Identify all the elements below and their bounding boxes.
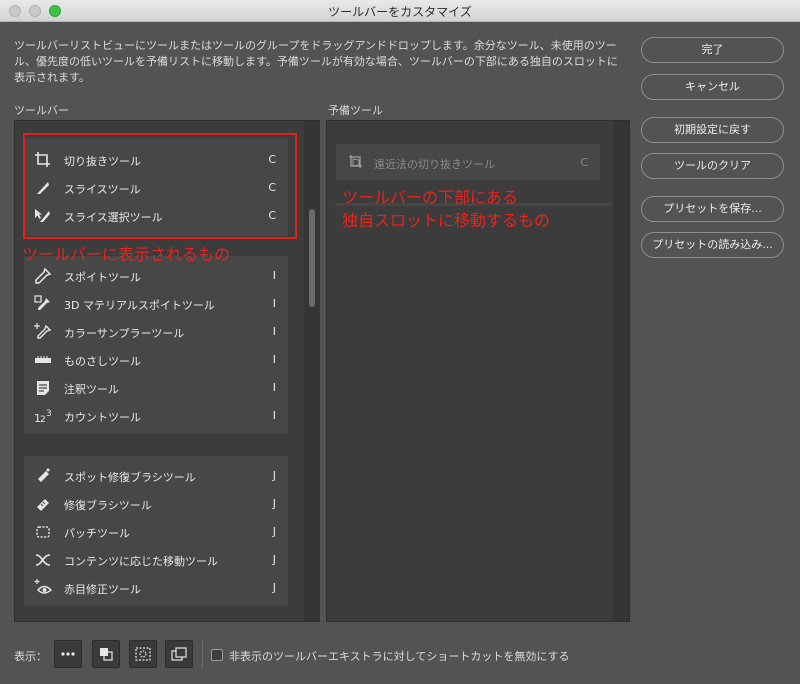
3d-material-eyedropper-icon [34,295,52,313]
show-more-button[interactable] [54,640,82,668]
tool-shortcut: C [268,153,276,166]
ellipsis-icon [61,652,75,656]
extra-tools-column-label: 予備ツール [328,104,383,117]
scrollbar-thumb[interactable] [309,209,315,307]
patch-icon [34,523,52,541]
extra-tool-item-perspective-crop[interactable]: 遠近法の切り抜きツール C [335,143,601,181]
toolbar-list[interactable]: 切り抜きツール C スライスツール C スライス選択ツール C スポイトツール … [14,120,320,622]
healing-brush-icon [34,495,52,513]
tool-name: 3D マテリアルスポイトツール [64,299,215,312]
tool-shortcut: J [272,469,276,482]
tool-name: スポット修復ブラシツール [64,471,196,484]
slice-icon [34,179,52,197]
tool-group-crop[interactable]: 切り抜きツール C スライスツール C スライス選択ツール C [23,137,289,237]
eyedropper-icon [34,267,52,285]
svg-text:2: 2 [40,415,46,425]
content-aware-move-icon [34,551,52,569]
count-icon: 123 [34,407,52,425]
tool-shortcut: J [272,525,276,538]
tool-name: カラーサンプラーツール [64,327,185,340]
tool-item-red-eye[interactable]: 赤目修正ツール J [24,574,290,602]
tool-item-healing-brush[interactable]: 修復ブラシツール J [24,490,290,518]
tool-name: ものさしツール [64,355,141,368]
tool-name: パッチツール [64,527,130,540]
spot-healing-brush-icon [34,467,52,485]
tool-name: カウントツール [64,411,141,424]
annotation-extra-text-line1: ツールバーの下部にある [342,188,519,207]
tool-shortcut: C [268,181,276,194]
tool-group-eyedropper[interactable]: スポイトツール I 3D マテリアルスポイトツール I カラーサンプラーツール … [23,255,289,435]
tool-shortcut: I [272,297,276,310]
tool-name: スポイトツール [64,271,141,284]
disable-shortcuts-label[interactable]: 非表示のツールバーエキストラに対してショートカットを無効にする [229,648,569,664]
perspective-crop-icon [348,154,364,170]
screen-mode-button[interactable] [165,640,193,668]
annotation-extra-text-line2: 独自スロットに移動するもの [342,211,551,230]
tool-item-eyedropper[interactable]: スポイトツール I [24,262,290,290]
annotation-toolbar-text: ツールバーに表示されるもの [22,245,231,264]
tool-item-ruler[interactable]: ものさしツール I [24,346,290,374]
tool-shortcut: J [272,553,276,566]
tool-item-slice-select[interactable]: スライス選択ツール C [24,202,290,230]
tool-group-healing[interactable]: スポット修復ブラシツール J 修復ブラシツール J パッチツール J コンテンツ… [23,455,289,607]
window-title: ツールバーをカスタマイズ [328,5,472,19]
screen-mode-icon [171,647,187,661]
ruler-icon [34,351,52,369]
tool-item-note[interactable]: 注釈ツール I [24,374,290,402]
load-preset-button[interactable]: プリセットの読み込み... [641,232,784,258]
quick-mask-button[interactable] [129,640,157,668]
extra-tool-shortcut: C [580,156,588,169]
disable-shortcuts-checkbox[interactable] [211,649,223,661]
tool-name: スライスツール [64,183,141,196]
slice-select-icon [34,207,52,225]
tool-name: スライス選択ツール [64,211,163,224]
foreground-background-icon [100,648,113,661]
tool-shortcut: I [272,409,276,422]
tool-name: 切り抜きツール [64,155,141,168]
quick-mask-icon [135,647,151,661]
svg-text:3: 3 [46,409,52,419]
title-bar: ツールバーをカスタマイズ [0,0,800,22]
tool-item-patch[interactable]: パッチツール J [24,518,290,546]
toolbar-column-label: ツールバー [14,104,69,117]
tool-shortcut: I [272,269,276,282]
tool-shortcut: I [272,325,276,338]
extra-tools-scrollbar[interactable] [613,121,629,621]
description-text: ツールバーリストビューにツールまたはツールのグループをドラッグアンドドロップしま… [14,39,618,84]
tool-shortcut: C [268,209,276,222]
done-button[interactable]: 完了 [641,37,784,63]
crop-icon [34,151,52,169]
tool-shortcut: I [272,381,276,394]
tool-name: コンテンツに応じた移動ツール [64,555,218,568]
tool-name: 赤目修正ツール [64,583,141,596]
tool-item-content-aware-move[interactable]: コンテンツに応じた移動ツール J [24,546,290,574]
tool-item-color-sampler[interactable]: カラーサンプラーツール I [24,318,290,346]
toolbar-list-scrollbar[interactable] [304,121,320,621]
tool-name: 修復ブラシツール [64,499,152,512]
tool-item-spot-healing-brush[interactable]: スポット修復ブラシツール J [24,462,290,490]
tool-shortcut: J [272,497,276,510]
color-swatches-button[interactable] [92,640,120,668]
note-icon [34,379,52,397]
save-preset-button[interactable]: プリセットを保存... [641,196,784,222]
tool-shortcut: I [272,353,276,366]
red-eye-icon [34,579,52,597]
show-label: 表示： [14,650,47,663]
tool-item-crop[interactable]: 切り抜きツール C [24,146,290,174]
footer-divider [202,640,203,668]
extra-tool-name: 遠近法の切り抜きツール [374,158,495,171]
tool-item-3d-material-eyedropper[interactable]: 3D マテリアルスポイトツール I [24,290,290,318]
cancel-button[interactable]: キャンセル [641,74,784,100]
clear-tools-button[interactable]: ツールのクリア [641,153,784,179]
color-sampler-icon [34,323,52,341]
tool-item-slice[interactable]: スライスツール C [24,174,290,202]
tool-item-count[interactable]: 123 カウントツール I [24,402,290,430]
restore-defaults-button[interactable]: 初期設定に戻す [641,117,784,143]
tool-shortcut: J [272,581,276,594]
tool-name: 注釈ツール [64,383,119,396]
